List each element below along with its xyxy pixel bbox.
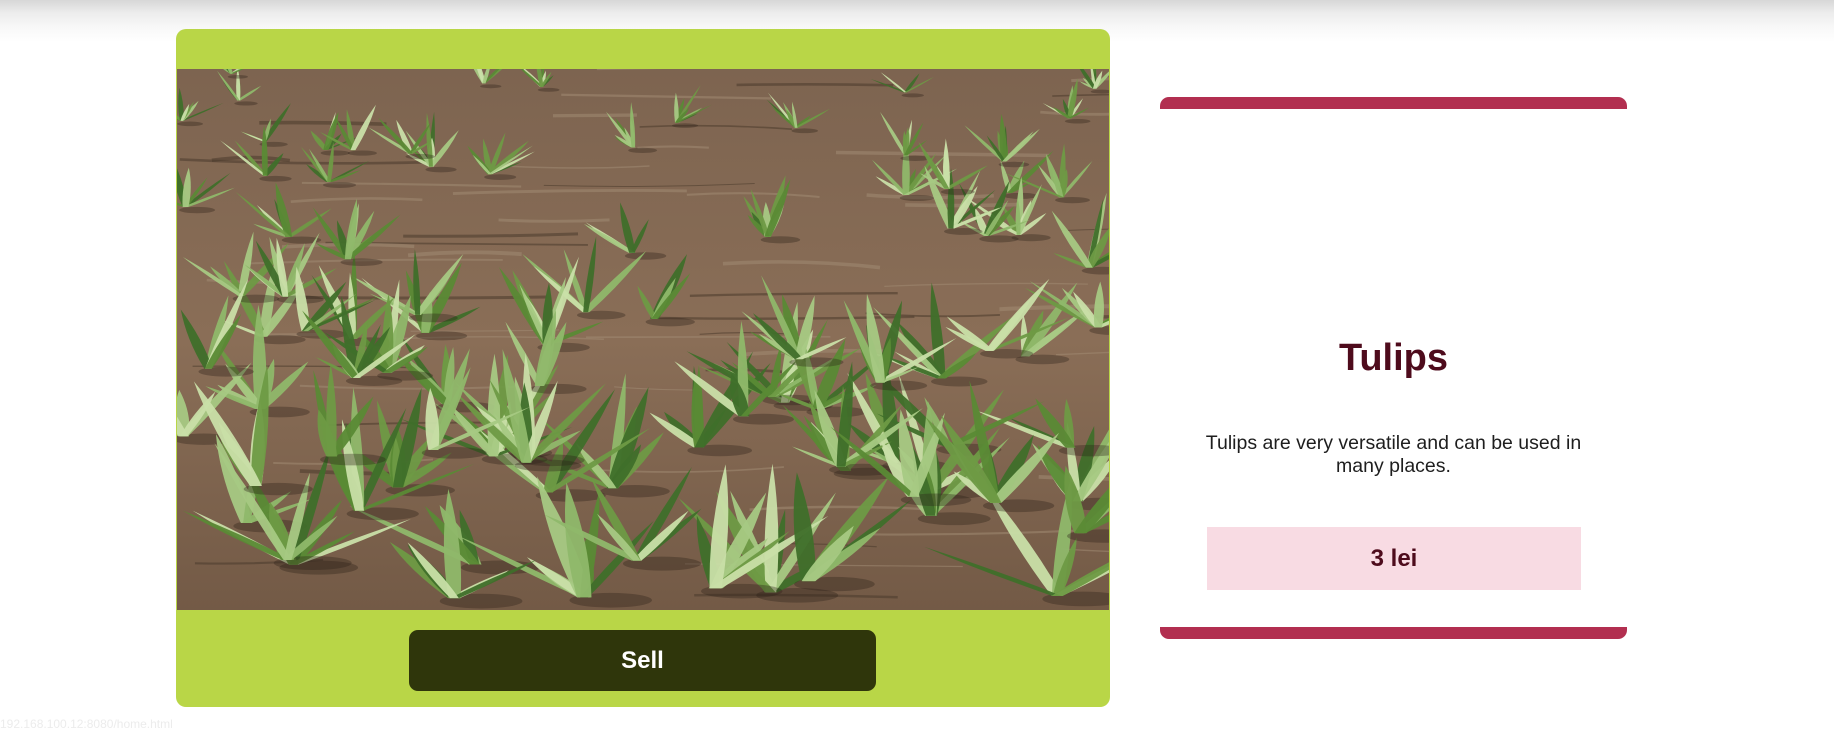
product-title: Tulips: [1338, 337, 1449, 379]
product-description: Tulips are very versatile and can be use…: [1205, 432, 1582, 477]
product-info-card: Tulips Tulips are very versatile and can…: [1160, 97, 1627, 639]
card-top-accent-bar: [1160, 97, 1627, 109]
product-photo: [177, 69, 1109, 610]
product-card: Sell: [176, 29, 1110, 707]
price-badge: 3 lei: [1207, 527, 1581, 590]
sell-button[interactable]: Sell: [409, 630, 876, 691]
status-bar-url: 192.168.100.12:8080/home.html: [0, 717, 173, 731]
card-bottom-accent-bar: [1160, 627, 1627, 639]
